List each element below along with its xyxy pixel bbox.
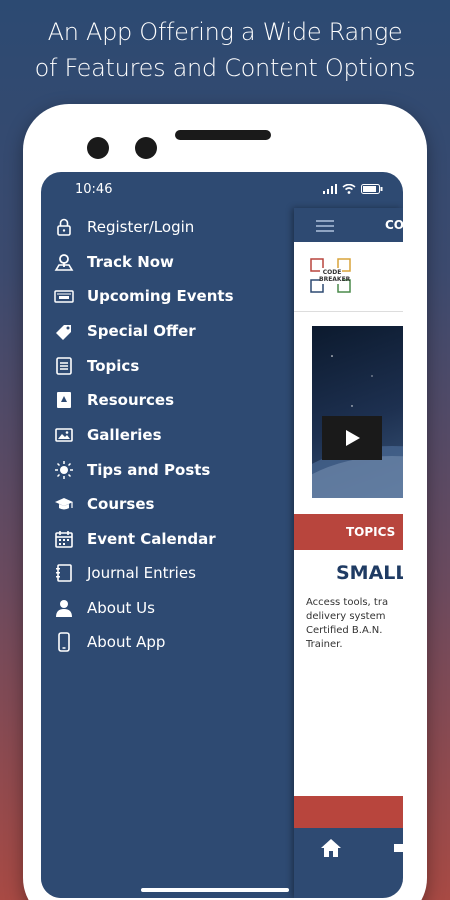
list-icon [53,355,75,377]
menu-item-label: About Us [87,599,155,617]
navigation-drawer: Register/Login Track Now Upcoming Events [41,208,294,898]
description-line: Certified B.A.N. [306,625,383,636]
topics-label: TOPICS [346,525,396,539]
menu-item-topics[interactable]: Topics [53,351,288,381]
status-icons [323,184,383,194]
menu-item-upcoming-events[interactable]: Upcoming Events [53,281,288,311]
menu-item-track-now[interactable]: Track Now [53,247,288,277]
description-line: Trainer. [306,639,343,650]
ticket-icon [53,285,75,307]
lock-icon [53,216,75,238]
menu-item-about-app[interactable]: About App [53,627,288,657]
app-content-pane[interactable]: CO CODE BREAKER TOPICS SMALL Access tool… [294,208,403,898]
menu-item-label: Resources [87,391,175,409]
menu-item-label: Register/Login [87,218,195,236]
notebook-icon [53,562,75,584]
menu-item-label: About App [87,633,166,651]
signal-icon [323,184,337,194]
menu-item-resources[interactable]: Resources [53,385,288,415]
section-description: Access tools, tra delivery system Certif… [306,596,403,652]
battery-icon [361,184,383,194]
menu-item-special-offer[interactable]: Special Offer [53,316,288,346]
divider [294,311,403,312]
menu-item-courses[interactable]: Courses [53,489,288,519]
description-line: Access tools, tra [306,597,389,608]
menu-item-label: Track Now [87,253,174,271]
play-icon [346,430,360,446]
image-icon [53,424,75,446]
status-bar: 10:46 [41,172,403,208]
headline-line-1: An App Offering a Wide Range [47,18,403,46]
headline-line-2: of Features and Content Options [34,54,416,82]
phone-icon [53,631,75,653]
menu-item-label: Event Calendar [87,530,216,548]
nav-tab-icon[interactable] [394,844,403,852]
promo-headline: An App Offering a Wide Range of Features… [0,14,450,86]
menu-item-journal-entries[interactable]: Journal Entries [53,558,288,588]
graduation-cap-icon [53,493,75,515]
menu-item-galleries[interactable]: Galleries [53,420,288,450]
wifi-icon [342,184,356,194]
menu-item-label: Topics [87,357,140,375]
person-icon [53,597,75,619]
phone-frame: 10:46 Register/Login Track Now Upcoming … [23,104,427,900]
bottom-accent-band [294,796,403,828]
tag-icon [53,320,75,342]
sensor-icon [135,137,157,159]
menu-item-label: Journal Entries [87,564,196,582]
camera-icon [87,137,109,159]
logo-text: CODE BREAKER [319,269,351,283]
menu-item-label: Tips and Posts [87,461,211,479]
section-title: SMALL [336,562,403,584]
phone-screen: 10:46 Register/Login Track Now Upcoming … [41,172,403,898]
menu-item-label: Upcoming Events [87,287,234,305]
home-icon[interactable] [320,838,342,858]
menu-item-tips-and-posts[interactable]: Tips and Posts [53,455,288,485]
calendar-icon [53,528,75,550]
lightbulb-icon [53,459,75,481]
play-button[interactable] [322,416,382,460]
menu-item-about-us[interactable]: About Us [53,593,288,623]
menu-item-label: Special Offer [87,322,196,340]
description-line: delivery system [306,611,386,622]
speaker-grille [175,130,271,140]
book-icon [53,389,75,411]
menu-item-event-calendar[interactable]: Event Calendar [53,524,288,554]
topics-banner: TOPICS [294,514,403,550]
menu-item-label: Courses [87,495,155,513]
app-title: CO [385,218,403,232]
map-pin-icon [53,251,75,273]
status-time: 10:46 [75,182,113,197]
bottom-navigation-bar [294,828,403,898]
hamburger-menu-icon[interactable] [316,220,334,232]
menu-item-label: Galleries [87,426,162,444]
video-thumbnail[interactable] [294,326,403,586]
code-breaker-logo: CODE BREAKER [310,258,354,294]
earth-horizon-image [294,355,403,586]
app-top-bar: CO [294,208,403,242]
home-indicator [141,888,289,892]
menu-item-register-login[interactable]: Register/Login [53,212,288,242]
